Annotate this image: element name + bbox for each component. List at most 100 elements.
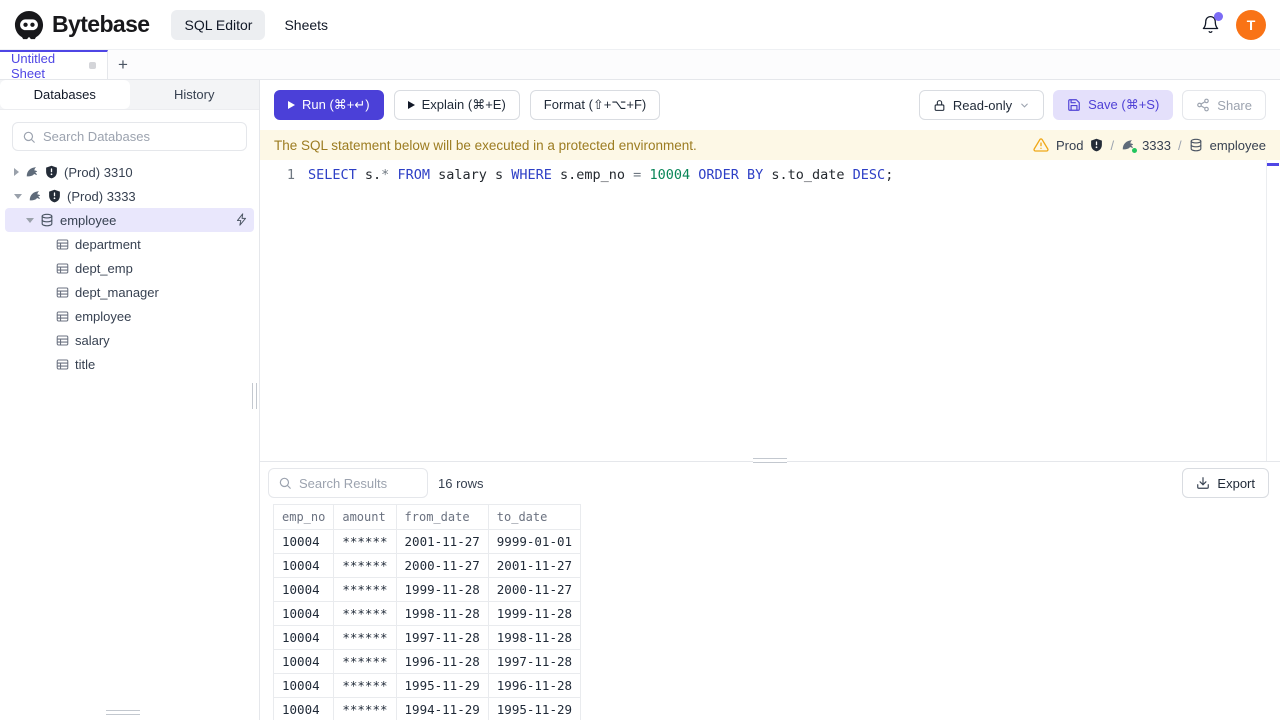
- cell[interactable]: ******: [333, 673, 397, 698]
- table-row: 10004 ****** 1995-11-29 1996-11-28: [272, 673, 582, 698]
- search-icon: [278, 476, 292, 490]
- editor-scrollbar[interactable]: [1266, 160, 1280, 461]
- chevron-down-icon: [1019, 100, 1030, 111]
- sidebar-table-item[interactable]: dept_emp: [0, 256, 259, 280]
- header-right: T: [1200, 9, 1266, 40]
- sidebar-bottom-resize-handle[interactable]: [106, 710, 140, 715]
- caret-down-icon: [14, 193, 22, 199]
- table-row: 10004 ****** 1997-11-28 1998-11-28: [272, 625, 582, 650]
- sidebar-table-label: dept_emp: [75, 260, 133, 276]
- cell[interactable]: 10004: [272, 553, 335, 578]
- instance-label: (Prod) 3333: [67, 188, 136, 204]
- tree-instance-3310[interactable]: (Prod) 3310: [0, 160, 259, 184]
- cell[interactable]: 10004: [272, 673, 335, 698]
- sidebar-table-label: dept_manager: [75, 284, 159, 300]
- sidebar-table-item[interactable]: dept_manager: [0, 280, 259, 304]
- connection-context: Prod / 3333 / employee: [1033, 137, 1266, 153]
- cell[interactable]: 10004: [272, 649, 335, 674]
- cell[interactable]: 1996-11-28: [395, 649, 489, 674]
- mysql-icon: [25, 165, 39, 179]
- toolbar-right: Read-only Save (⌘+S) Share: [918, 90, 1266, 120]
- cell[interactable]: ******: [333, 601, 397, 626]
- share-button[interactable]: Share: [1182, 90, 1266, 120]
- tree-database-employee[interactable]: employee: [5, 208, 254, 232]
- table-icon: [56, 334, 69, 347]
- new-sheet-button[interactable]: +: [108, 50, 138, 79]
- cell[interactable]: 2000-11-27: [487, 577, 582, 602]
- cell[interactable]: 9999-01-01: [487, 529, 582, 554]
- cell[interactable]: ******: [333, 649, 397, 674]
- export-button[interactable]: Export: [1182, 468, 1269, 498]
- sql-editor[interactable]: 1 SELECT s.* FROM salary s WHERE s.emp_n…: [260, 160, 1280, 461]
- cell[interactable]: ******: [333, 577, 397, 602]
- sidebar-resize-handle[interactable]: [252, 383, 257, 409]
- column-header-emp_no[interactable]: emp_no: [272, 504, 335, 530]
- cell[interactable]: 1995-11-29: [487, 697, 582, 720]
- panel-resize-handle[interactable]: [753, 458, 787, 463]
- brand[interactable]: Bytebase: [14, 10, 150, 40]
- sidebar-table-item[interactable]: employee: [0, 304, 259, 328]
- cell[interactable]: 2001-11-27: [487, 553, 582, 578]
- cell[interactable]: 10004: [272, 625, 335, 650]
- database-label[interactable]: employee: [1210, 138, 1266, 153]
- tree-instance-3333[interactable]: (Prod) 3333: [0, 184, 259, 208]
- top-nav: SQL Editor Sheets: [171, 9, 341, 40]
- cell[interactable]: 2000-11-27: [395, 553, 489, 578]
- cell[interactable]: ******: [333, 529, 397, 554]
- sheet-tabbar: Untitled Sheet +: [0, 50, 1280, 81]
- column-header-amount[interactable]: amount: [333, 504, 397, 530]
- cell[interactable]: 1994-11-29: [395, 697, 489, 720]
- format-button[interactable]: Format (⇧+⌥+F): [529, 90, 661, 120]
- table-row: 10004 ****** 2000-11-27 2001-11-27: [272, 553, 582, 578]
- cell[interactable]: 1998-11-28: [395, 601, 489, 626]
- unsaved-indicator: [89, 62, 96, 69]
- cell[interactable]: 1999-11-28: [487, 601, 582, 626]
- tab-databases[interactable]: Databases: [0, 80, 130, 109]
- column-header-to_date[interactable]: to_date: [487, 504, 582, 530]
- sidebar-table-item[interactable]: department: [0, 232, 259, 256]
- app-header: Bytebase SQL Editor Sheets T: [0, 0, 1280, 50]
- sidebar-table-label: department: [75, 236, 141, 252]
- separator: /: [1178, 137, 1182, 153]
- tab-untitled-sheet[interactable]: Untitled Sheet: [0, 50, 108, 81]
- run-button[interactable]: Run (⌘+↵): [274, 90, 384, 120]
- lightning-icon[interactable]: [235, 213, 248, 229]
- readonly-mode-dropdown[interactable]: Read-only: [918, 90, 1045, 120]
- cell[interactable]: 2001-11-27: [395, 529, 489, 554]
- cell[interactable]: 1999-11-28: [395, 577, 489, 602]
- sidebar-table-item[interactable]: title: [0, 352, 259, 376]
- table-row: 10004 ****** 1998-11-28 1999-11-28: [272, 601, 582, 626]
- cell[interactable]: 10004: [272, 529, 335, 554]
- explain-button[interactable]: Explain (⌘+E): [393, 90, 520, 120]
- database-search-input[interactable]: [43, 129, 237, 144]
- save-button[interactable]: Save (⌘+S): [1053, 90, 1174, 120]
- shield-icon: [48, 189, 61, 203]
- column-header-from_date[interactable]: from_date: [395, 504, 489, 530]
- table-icon: [56, 286, 69, 299]
- cell[interactable]: 10004: [272, 697, 335, 720]
- cell[interactable]: ******: [333, 553, 397, 578]
- cell[interactable]: ******: [333, 697, 397, 720]
- avatar[interactable]: T: [1236, 9, 1266, 40]
- results-controls: 16 rows Export: [260, 462, 1280, 504]
- notifications-button[interactable]: [1200, 11, 1223, 35]
- cell[interactable]: 10004: [272, 577, 335, 602]
- cell[interactable]: 1998-11-28: [487, 625, 582, 650]
- results-search-input[interactable]: [299, 475, 418, 491]
- results-search[interactable]: [268, 468, 428, 498]
- sidebar-table-item[interactable]: salary: [0, 328, 259, 352]
- cell[interactable]: ******: [333, 625, 397, 650]
- instance-label[interactable]: 3333: [1142, 138, 1171, 153]
- nav-sheets[interactable]: Sheets: [271, 10, 341, 40]
- database-search[interactable]: [12, 122, 247, 151]
- table-icon: [56, 310, 69, 323]
- cell[interactable]: 10004: [272, 601, 335, 626]
- database-label: employee: [60, 212, 117, 228]
- cell[interactable]: 1996-11-28: [487, 673, 582, 698]
- cell[interactable]: 1997-11-28: [487, 649, 582, 674]
- tab-history[interactable]: History: [130, 80, 260, 109]
- cell[interactable]: 1997-11-28: [395, 625, 489, 650]
- table-row: 10004 ****** 1996-11-28 1997-11-28: [272, 649, 582, 674]
- nav-sql-editor[interactable]: SQL Editor: [171, 9, 266, 40]
- cell[interactable]: 1995-11-29: [395, 673, 489, 698]
